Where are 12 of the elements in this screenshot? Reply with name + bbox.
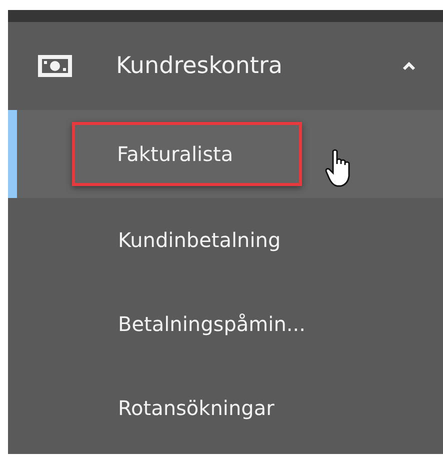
menu-item-label: Rotansökningar [118, 396, 274, 420]
caret-icon [402, 61, 416, 71]
menu-item-label: Fakturalista [117, 142, 234, 166]
section-label: Kundreskontra [116, 53, 282, 79]
menu-item[interactable]: Fakturalista [8, 110, 443, 198]
menu-item-label: Kundinbetalning [118, 228, 281, 252]
banknote-icon [38, 55, 72, 77]
menu-section-header[interactable]: Kundreskontra [8, 22, 443, 110]
menu-item-label: Betalningspåmin... [118, 312, 306, 336]
menu-item[interactable]: Rotansökningar [8, 366, 443, 450]
menu-item[interactable]: Betalningspåmin... [8, 282, 443, 366]
menu-item[interactable]: Kundinbetalning [8, 198, 443, 282]
